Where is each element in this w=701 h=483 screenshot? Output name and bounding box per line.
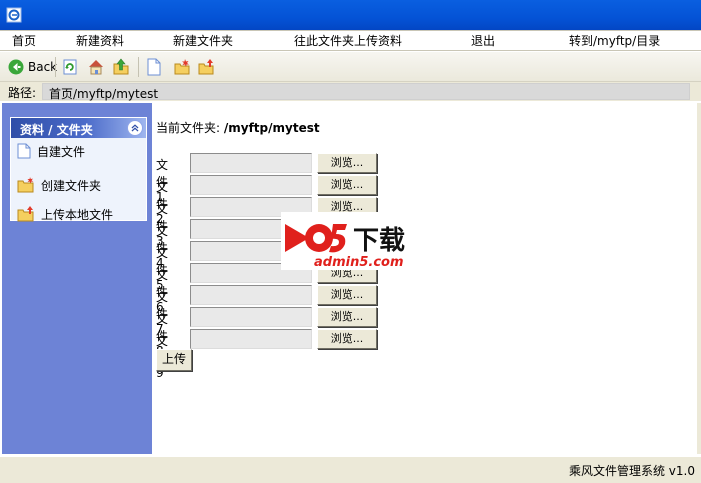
current-folder: 当前文件夹: /myftp/mytest bbox=[156, 119, 320, 136]
file-input[interactable] bbox=[190, 175, 312, 195]
sidebar-item-new-file[interactable]: 自建文件 bbox=[17, 142, 85, 160]
new-folder-icon bbox=[17, 177, 34, 193]
window-edge bbox=[697, 103, 701, 454]
new-file-icon bbox=[147, 58, 161, 76]
path-value: 首页/myftp/mytest bbox=[49, 87, 159, 101]
main-content: 当前文件夹: /myftp/mytest 文件1 浏览... 文件2 浏览...… bbox=[152, 103, 697, 454]
current-folder-value: /myftp/mytest bbox=[223, 121, 320, 135]
up-folder-button[interactable] bbox=[112, 57, 130, 77]
new-file-icon bbox=[17, 143, 31, 159]
toolbar-separator bbox=[138, 57, 139, 77]
sidebar-item-label: 创建文件夹 bbox=[41, 178, 102, 193]
path-field: 首页/myftp/mytest bbox=[42, 83, 690, 101]
file-input[interactable] bbox=[190, 285, 312, 305]
up-folder-icon bbox=[113, 58, 129, 75]
toolbar: Back bbox=[0, 52, 701, 82]
refresh-button[interactable] bbox=[62, 57, 78, 77]
title-bar bbox=[0, 0, 701, 30]
back-button[interactable]: Back bbox=[8, 57, 57, 77]
menu-upload-here[interactable]: 往此文件夹上传资料 bbox=[294, 33, 402, 49]
collapse-icon[interactable] bbox=[127, 120, 143, 136]
sidebar: 资料 / 文件夹 自建文件 创建文件夹 上传本地文件 bbox=[2, 103, 152, 454]
sidebar-panel: 资料 / 文件夹 自建文件 创建文件夹 上传本地文件 bbox=[10, 117, 147, 223]
new-folder-icon bbox=[174, 59, 190, 75]
sidebar-item-create-folder[interactable]: 创建文件夹 bbox=[17, 176, 101, 194]
menu-bar: 首页 新建资料 新建文件夹 往此文件夹上传资料 退出 转到/myftp/目录 bbox=[0, 30, 701, 51]
menu-exit[interactable]: 退出 bbox=[471, 33, 495, 49]
menu-new-folder[interactable]: 新建文件夹 bbox=[173, 33, 233, 49]
file-input[interactable] bbox=[190, 329, 312, 349]
file-input[interactable] bbox=[190, 153, 312, 173]
menu-new-document[interactable]: 新建资料 bbox=[76, 33, 124, 49]
toolbar-separator bbox=[55, 57, 56, 77]
status-bar: 乘风文件管理系统 v1.0 bbox=[0, 456, 701, 483]
sidebar-item-label: 上传本地文件 bbox=[41, 207, 114, 222]
home-icon bbox=[89, 60, 103, 75]
upload-folder-button[interactable] bbox=[197, 57, 215, 77]
file-input[interactable] bbox=[190, 307, 312, 327]
path-bar: 路径: 首页/myftp/mytest bbox=[0, 82, 701, 101]
watermark-site: admin5.com bbox=[314, 255, 404, 270]
browse-button[interactable]: 浏览... bbox=[317, 307, 377, 327]
current-folder-label: 当前文件夹: bbox=[156, 121, 221, 135]
home-button[interactable] bbox=[87, 57, 105, 77]
new-file-button[interactable] bbox=[146, 57, 162, 77]
upload-button[interactable]: 上传 bbox=[156, 349, 192, 371]
back-label: Back bbox=[28, 60, 58, 74]
sidebar-header: 资料 / 文件夹 bbox=[11, 118, 146, 138]
status-text: 乘风文件管理系统 v1.0 bbox=[568, 464, 695, 478]
watermark-title: 下载 bbox=[353, 226, 406, 256]
browse-button[interactable]: 浏览... bbox=[317, 329, 377, 349]
upload-folder-icon bbox=[198, 59, 214, 75]
browse-button[interactable]: 浏览... bbox=[317, 153, 377, 173]
new-folder-button[interactable] bbox=[173, 57, 191, 77]
app-icon bbox=[6, 7, 22, 23]
menu-goto-root[interactable]: 转到/myftp/目录 bbox=[569, 33, 660, 49]
upload-folder-icon bbox=[17, 206, 34, 222]
browse-button[interactable]: 浏览... bbox=[317, 285, 377, 305]
menu-home[interactable]: 首页 bbox=[12, 33, 36, 49]
sidebar-item-upload-local[interactable]: 上传本地文件 bbox=[17, 205, 113, 223]
browse-button[interactable]: 浏览... bbox=[317, 175, 377, 195]
sidebar-title: 资料 / 文件夹 bbox=[20, 123, 93, 137]
watermark: 下载 admin5.com bbox=[281, 212, 421, 270]
refresh-icon bbox=[63, 59, 77, 75]
back-icon bbox=[8, 59, 24, 75]
path-label: 路径: bbox=[8, 86, 37, 100]
sidebar-item-label: 自建文件 bbox=[37, 144, 86, 159]
